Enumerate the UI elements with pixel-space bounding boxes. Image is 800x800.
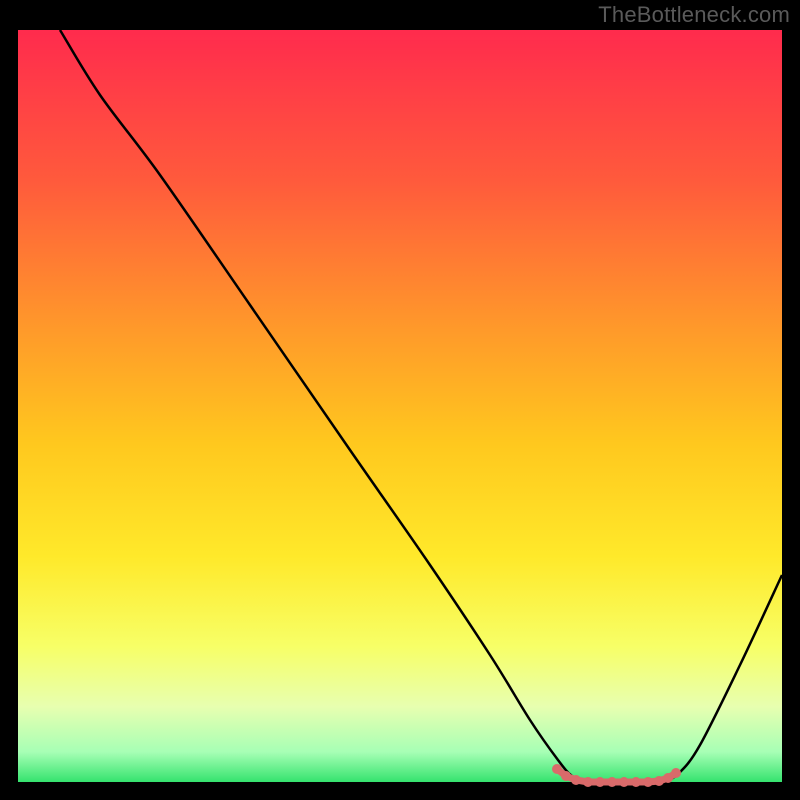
marker-dot	[607, 777, 617, 787]
plot-background	[18, 30, 782, 782]
marker-dot	[595, 777, 605, 787]
watermark-text: TheBottleneck.com	[598, 2, 790, 28]
marker-dot	[619, 777, 629, 787]
marker-dot	[631, 777, 641, 787]
marker-dot	[571, 775, 581, 785]
marker-dot	[671, 768, 681, 778]
marker-dot	[654, 776, 664, 786]
chart-frame: TheBottleneck.com	[0, 0, 800, 800]
marker-dot	[643, 777, 653, 787]
bottleneck-chart	[0, 0, 800, 800]
marker-dot	[552, 764, 562, 774]
marker-dot	[583, 777, 593, 787]
marker-dot	[561, 771, 571, 781]
